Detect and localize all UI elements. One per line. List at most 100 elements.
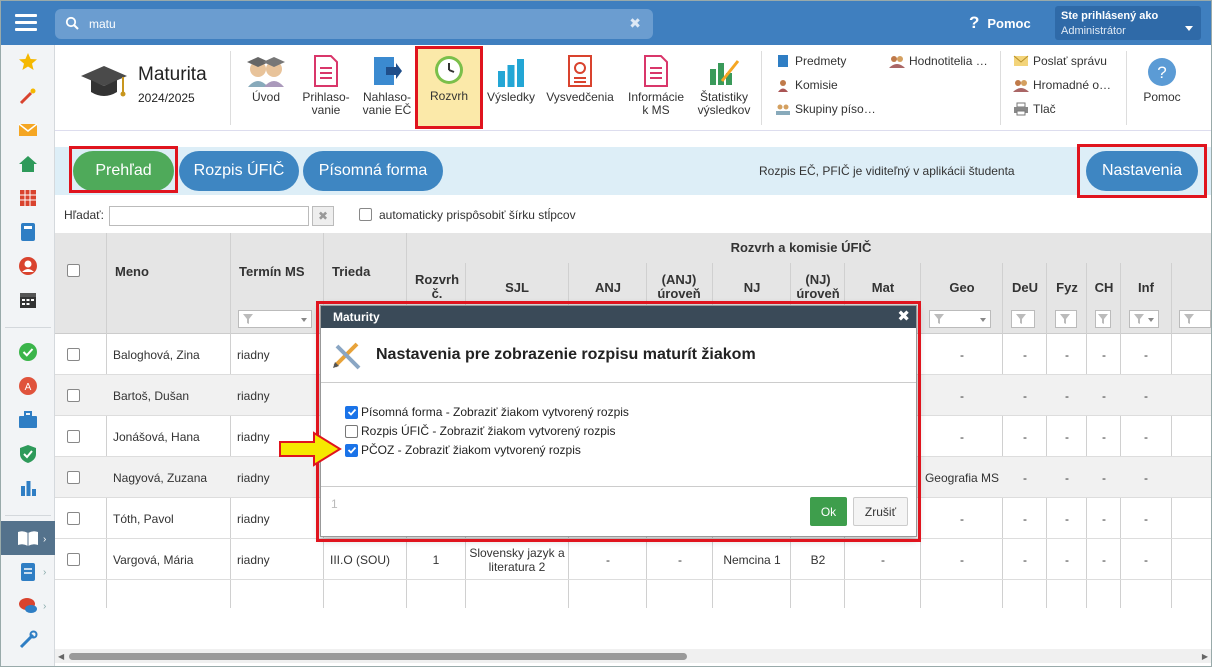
col-termin[interactable]: Termín MS xyxy=(239,265,305,279)
select-all-checkbox[interactable] xyxy=(67,264,80,277)
cell-deu: - xyxy=(1023,429,1027,444)
cell-geo: - xyxy=(960,511,964,526)
row-checkbox[interactable] xyxy=(67,430,80,443)
user-menu[interactable]: Ste prihlásený ako Administrátor xyxy=(1055,6,1201,40)
row-checkbox[interactable] xyxy=(67,348,80,361)
filter-next[interactable] xyxy=(1179,310,1211,328)
ribbon-predmety[interactable]: Predmety xyxy=(775,53,846,69)
search-icon xyxy=(65,16,79,30)
user-icon[interactable] xyxy=(17,255,39,277)
scroll-left-icon[interactable]: ◀ xyxy=(58,652,64,661)
ribbon-nahlasovanie-button[interactable]: Nahlaso- vanie EČ xyxy=(355,51,419,125)
tools-icon[interactable] xyxy=(17,629,39,651)
magic-wand-icon[interactable] xyxy=(17,85,39,107)
col-anj-uroven[interactable]: (ANJ) úroveň xyxy=(647,273,711,301)
scrollbar-thumb[interactable] xyxy=(69,653,687,660)
chevron-right-icon: › xyxy=(43,534,47,545)
grid-search-input[interactable] xyxy=(109,206,309,226)
col-anj[interactable]: ANJ xyxy=(569,281,647,295)
ribbon-small-label: Skupiny píso… xyxy=(795,102,876,116)
cell-rozvrh: 1 xyxy=(432,552,440,567)
ribbon-poslat-spravu[interactable]: Poslať správu xyxy=(1013,53,1107,69)
ribbon-hodnotitelia[interactable]: Hodnotitelia … xyxy=(889,53,988,69)
col-ch[interactable]: CH xyxy=(1087,281,1121,295)
filter-deu[interactable] xyxy=(1011,310,1035,328)
filter-termin[interactable] xyxy=(238,310,312,328)
cell-termin: riadny xyxy=(237,347,270,362)
row-checkbox[interactable] xyxy=(67,512,80,525)
document-icon[interactable] xyxy=(17,561,39,583)
cell-inf: - xyxy=(1144,388,1148,403)
scroll-right-icon[interactable]: ▶ xyxy=(1202,652,1208,661)
funnel-icon xyxy=(1060,314,1070,324)
clear-filter-button[interactable]: ✖ xyxy=(312,206,334,226)
mail-icon[interactable] xyxy=(17,119,39,141)
horizontal-scrollbar[interactable]: ◀ ▶ xyxy=(55,649,1211,663)
ribbon-small-label: Hromadné o… xyxy=(1033,78,1112,92)
cell-ch: - xyxy=(1102,429,1106,444)
row-checkbox[interactable] xyxy=(67,553,80,566)
cell-termin: riadny xyxy=(237,388,270,403)
chat-icon[interactable] xyxy=(17,595,39,617)
row-checkbox[interactable] xyxy=(67,471,80,484)
tab-pisomna-forma[interactable]: Písomná forma xyxy=(303,151,443,191)
col-meno[interactable]: Meno xyxy=(115,265,149,279)
ribbon-label: k MS xyxy=(642,103,670,117)
check-circle-icon[interactable] xyxy=(17,341,39,363)
ribbon-skupiny[interactable]: Skupiny píso… xyxy=(775,101,876,117)
help-link[interactable]: ? Pomoc xyxy=(969,13,1031,33)
col-nj-uroven[interactable]: (NJ) úroveň xyxy=(791,273,845,301)
cell-geo: - xyxy=(960,429,964,444)
funnel-icon xyxy=(1184,314,1194,324)
col-mat[interactable]: Mat xyxy=(845,281,921,295)
star-icon[interactable] xyxy=(17,51,39,73)
filter-ch[interactable] xyxy=(1095,310,1111,328)
grade-icon[interactable]: A xyxy=(17,375,39,397)
open-book-icon[interactable] xyxy=(17,527,39,549)
cell-ch: - xyxy=(1102,511,1106,526)
ribbon-tlac[interactable]: Tlač xyxy=(1013,101,1056,117)
shield-icon[interactable] xyxy=(17,443,39,465)
menu-icon[interactable] xyxy=(15,14,37,32)
book-icon xyxy=(775,54,791,68)
ribbon-prihlasovanie-button[interactable]: Prihlaso- vanie xyxy=(294,51,358,125)
col-rozvrh[interactable]: Rozvrh č. xyxy=(411,273,463,301)
row-checkbox[interactable] xyxy=(67,389,80,402)
svg-text:?: ? xyxy=(1157,63,1166,82)
search-input[interactable] xyxy=(89,14,609,34)
briefcase-icon[interactable] xyxy=(17,409,39,431)
home-icon[interactable] xyxy=(17,153,39,175)
filter-fyz[interactable] xyxy=(1055,310,1077,328)
ribbon-uvod-button[interactable]: Úvod xyxy=(234,51,298,125)
schedule-icon[interactable] xyxy=(17,289,39,311)
bar-chart-icon[interactable] xyxy=(17,477,39,499)
filter-geo[interactable] xyxy=(929,310,991,328)
col-fyz[interactable]: Fyz xyxy=(1047,281,1087,295)
search-box[interactable]: ✖ xyxy=(55,9,653,39)
cell-deu: - xyxy=(1023,511,1027,526)
ribbon-komisie[interactable]: Komisie xyxy=(775,77,838,93)
funnel-icon xyxy=(1098,314,1108,324)
calendar-grid-icon[interactable] xyxy=(17,187,39,209)
ribbon-hromadne[interactable]: Hromadné o… xyxy=(1013,77,1111,93)
col-geo[interactable]: Geo xyxy=(921,281,1003,295)
table-row[interactable]: Vargová, Mária riadny III.O (SOU) 1 Slov… xyxy=(55,539,1211,580)
notebook-icon[interactable] xyxy=(17,221,39,243)
tab-rozpis-ufic[interactable]: Rozpis ÚFIČ xyxy=(179,151,299,191)
ribbon-informacie-button[interactable]: Informácie k MS xyxy=(623,51,689,125)
ribbon-vysvedcenia-button[interactable]: Vysvedčenia xyxy=(544,51,616,125)
cell-geo: - xyxy=(960,552,964,567)
clear-search-icon[interactable]: ✖ xyxy=(629,15,641,32)
col-sjl[interactable]: SJL xyxy=(467,281,567,295)
col-deu[interactable]: DeU xyxy=(1003,281,1047,295)
ribbon-statistiky-button[interactable]: Štatistiky výsledkov xyxy=(691,51,757,125)
filter-inf[interactable] xyxy=(1129,310,1159,328)
col-trieda[interactable]: Trieda xyxy=(332,265,370,279)
auto-width-label: automaticky prispôsobiť šírku stĺpcov xyxy=(379,208,576,222)
cell-fyz: - xyxy=(1065,470,1069,485)
ribbon-vysledky-button[interactable]: Výsledky xyxy=(479,51,543,125)
col-nj[interactable]: NJ xyxy=(713,281,791,295)
auto-width-checkbox[interactable] xyxy=(359,208,372,221)
col-inf[interactable]: Inf xyxy=(1121,281,1171,295)
ribbon-pomoc-button[interactable]: ? Pomoc xyxy=(1130,51,1194,125)
